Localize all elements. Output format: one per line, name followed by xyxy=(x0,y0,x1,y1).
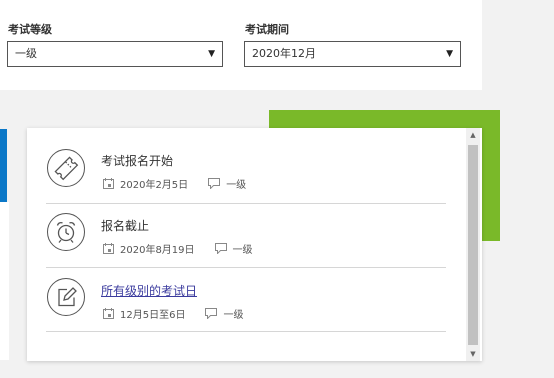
alarm-clock-icon xyxy=(47,213,85,251)
event-title-link[interactable]: 所有级别的考试日 xyxy=(101,282,197,299)
event-date: 2020年2月5日 xyxy=(120,180,189,191)
exam-level-label: 考试等级 xyxy=(8,23,52,36)
level-tag-icon xyxy=(205,308,218,319)
filter-panel: 考试等级 一级 ▼ 考试期间 2020年12月 ▼ xyxy=(0,0,482,90)
event-meta: 2020年8月19日 一级 xyxy=(103,241,253,256)
event-meta: 2020年2月5日 一级 xyxy=(103,176,246,191)
vertical-scrollbar[interactable]: ▲ ▼ xyxy=(466,128,480,361)
exam-period-select[interactable]: 2020年12月 ▼ xyxy=(244,41,461,67)
level-tag-icon xyxy=(214,243,227,254)
event-title: 报名截止 xyxy=(101,219,150,233)
exam-period-value: 2020年12月 xyxy=(252,47,316,60)
scroll-down-arrow-icon[interactable]: ▼ xyxy=(466,347,480,361)
chevron-down-icon: ▼ xyxy=(208,49,215,59)
chevron-down-icon: ▼ xyxy=(446,49,453,59)
event-meta: 12月5日至6日 一级 xyxy=(103,306,243,321)
event-level: 一级 xyxy=(226,180,247,191)
event-date: 12月5日至6日 xyxy=(120,310,186,321)
calendar-icon xyxy=(103,308,114,319)
blue-accent-block xyxy=(0,129,7,202)
scroll-up-arrow-icon[interactable]: ▲ xyxy=(466,128,480,142)
event-level: 一级 xyxy=(223,310,244,321)
edit-icon xyxy=(47,278,85,316)
calendar-icon xyxy=(103,178,114,189)
event-item: 考试报名开始 2020年2月5日 一级 xyxy=(46,139,446,204)
exam-period-label: 考试期间 xyxy=(245,23,289,36)
left-panel-edge xyxy=(0,202,9,360)
level-tag-icon xyxy=(208,178,221,189)
exam-level-select[interactable]: 一级 ▼ xyxy=(7,41,223,67)
exam-schedule-card: 考试报名开始 2020年2月5日 一级 报名截止 2020年8月19日 一级 所… xyxy=(27,128,482,361)
event-level: 一级 xyxy=(232,245,253,256)
exam-level-value: 一级 xyxy=(15,47,37,60)
calendar-icon xyxy=(103,243,114,254)
event-item: 所有级别的考试日 12月5日至6日 一级 xyxy=(46,267,446,332)
ticket-icon xyxy=(47,149,85,187)
event-item: 报名截止 2020年8月19日 一级 xyxy=(46,203,446,268)
scrollbar-thumb[interactable] xyxy=(468,145,478,345)
event-date: 2020年8月19日 xyxy=(120,245,195,256)
event-title: 考试报名开始 xyxy=(101,154,174,168)
